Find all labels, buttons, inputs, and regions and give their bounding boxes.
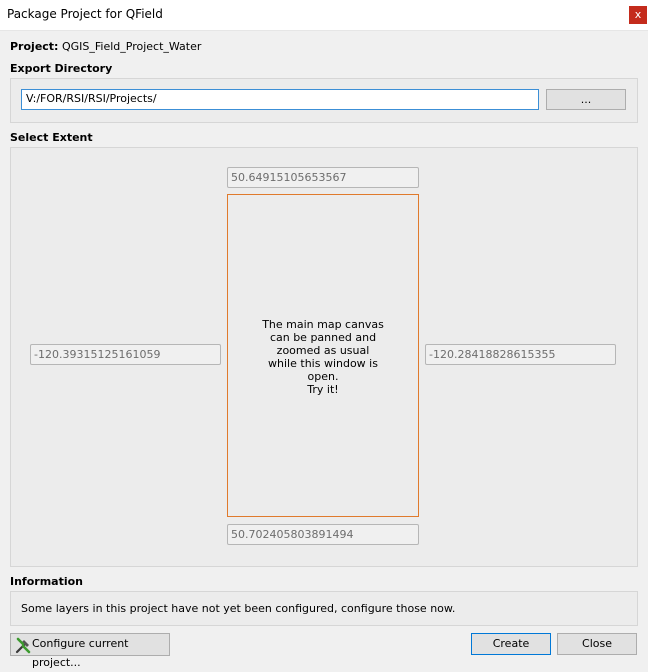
export-directory-group: V:/FOR/RSI/RSI/Projects/ ...	[10, 78, 638, 123]
configure-project-label: Configure current project...	[32, 637, 129, 669]
create-button[interactable]: Create	[471, 633, 551, 655]
extent-west-field[interactable]: -120.39315125161059	[30, 344, 221, 365]
information-title: Information	[10, 575, 83, 588]
window-title: Package Project for QField	[7, 7, 163, 21]
project-name: QGIS_Field_Project_Water	[61, 40, 202, 53]
information-message: Some layers in this project have not yet…	[21, 602, 456, 615]
extent-south-field[interactable]: 50.702405803891494	[227, 524, 419, 545]
extent-east-field[interactable]: -120.28418828615355	[425, 344, 616, 365]
export-directory-input[interactable]: V:/FOR/RSI/RSI/Projects/	[21, 89, 539, 110]
close-window-button[interactable]: x	[629, 6, 647, 24]
project-label: Project:	[10, 40, 59, 53]
configure-project-button[interactable]: Configure current project...	[10, 633, 170, 669]
close-icon: x	[634, 8, 642, 21]
extent-north-field[interactable]: 50.64915105653567	[227, 167, 419, 188]
map-hint-text: The main map canvas can be panned and zo…	[262, 318, 384, 396]
map-extent-preview: The main map canvas can be panned and zo…	[227, 194, 419, 517]
select-extent-title: Select Extent	[10, 131, 93, 144]
title-bar: Package Project for QField x	[0, 0, 648, 31]
project-row: Project: QGIS_Field_Project_Water	[10, 40, 201, 53]
information-group: Some layers in this project have not yet…	[10, 591, 638, 626]
export-directory-title: Export Directory	[10, 62, 113, 75]
close-button[interactable]: Close	[557, 633, 637, 655]
browse-directory-button[interactable]: ...	[546, 89, 626, 110]
tools-icon	[15, 637, 31, 654]
